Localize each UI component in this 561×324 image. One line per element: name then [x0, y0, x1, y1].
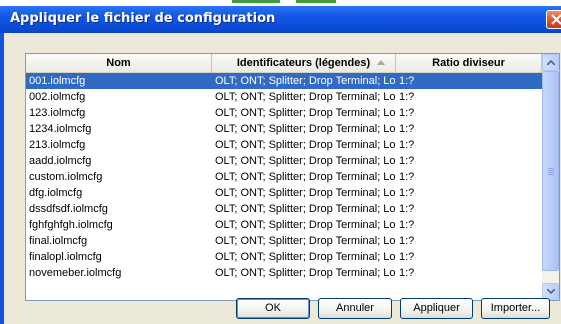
cell-identifiers: OLT; ONT; Splitter; Drop Terminal; Local	[215, 75, 396, 87]
dialog-title: Appliquer le fichier de configuration	[10, 11, 276, 26]
dialog-window: Appliquer le fichier de configuration No…	[0, 6, 561, 324]
scroll-up-button[interactable]	[542, 54, 559, 71]
table-row[interactable]: novemeber.iolmcfg OLT; ONT; Splitter; Dro…	[26, 265, 542, 281]
cell-identifiers: OLT; ONT; Splitter; Drop Terminal; Local	[215, 203, 396, 215]
cell-identifiers: OLT; ONT; Splitter; Drop Terminal; Local	[215, 91, 396, 103]
table-row[interactable]: finalopl.iolmcfg OLT; ONT; Splitter; Drop…	[26, 249, 542, 265]
cell-name: fghfghfgh.iolmcfg	[29, 219, 113, 231]
cell-identifiers: OLT; ONT; Splitter; Drop Terminal; Local	[215, 235, 396, 247]
cell-identifiers: OLT; ONT; Splitter; Drop Terminal; Local	[215, 155, 396, 167]
table-row[interactable]: aadd.iolmcfg OLT; ONT; Splitter; Drop Ter…	[26, 153, 542, 169]
table-row[interactable]: 123.iolmcfg OLT; ONT; Splitter; Drop Term…	[26, 105, 542, 121]
cell-name: 213.iolmcfg	[29, 139, 86, 151]
title-bar[interactable]: Appliquer le fichier de configuration	[0, 6, 561, 33]
cell-ratio: 1:?	[399, 235, 415, 247]
vertical-scrollbar[interactable]	[542, 54, 559, 300]
cell-name: 001.iolmcfg	[29, 75, 86, 87]
cell-identifiers: OLT; ONT; Splitter; Drop Terminal; Local	[215, 187, 396, 199]
cell-ratio: 1:?	[399, 203, 415, 215]
table-row[interactable]: 001.iolmcfg OLT; ONT; Splitter; Drop Term…	[26, 73, 542, 89]
cell-name: final.iolmcfg	[29, 235, 88, 247]
cell-name: dfg.iolmcfg	[29, 187, 83, 199]
column-header-identifiers-label: Identificateurs (légendes)	[236, 57, 371, 69]
scrollbar-thumb[interactable]	[542, 71, 559, 271]
cell-name: dssdfsdf.iolmcfg	[29, 203, 108, 215]
table-row[interactable]: custom.iolmcfg OLT; ONT; Splitter; Drop T…	[26, 169, 542, 185]
background-element	[232, 0, 280, 3]
config-files-table: Nom Identificateurs (légendes) Ratio div…	[25, 53, 560, 301]
table-row[interactable]: fghfghfgh.iolmcfg OLT; ONT; Splitter; Dro…	[26, 217, 542, 233]
cell-ratio: 1:?	[399, 75, 415, 87]
cancel-button[interactable]: Annuler	[318, 298, 392, 319]
import-button[interactable]: Importer...	[481, 298, 550, 319]
table-body: 001.iolmcfg OLT; ONT; Splitter; Drop Term…	[26, 73, 542, 281]
cell-identifiers: OLT; ONT; Splitter; Drop Terminal; Local	[215, 267, 396, 279]
column-header-name[interactable]: Nom	[26, 54, 212, 72]
cell-ratio: 1:?	[399, 91, 415, 103]
cell-ratio: 1:?	[399, 187, 415, 199]
cell-name: finalopl.iolmcfg	[29, 251, 102, 263]
grip-line	[548, 168, 554, 169]
close-button[interactable]	[546, 10, 561, 29]
grip-line	[548, 174, 554, 175]
apply-button[interactable]: Appliquer	[400, 298, 473, 319]
cell-identifiers: OLT; ONT; Splitter; Drop Terminal; Local	[215, 123, 396, 135]
cell-ratio: 1:?	[399, 155, 415, 167]
ok-button[interactable]: OK	[236, 298, 310, 319]
column-header-ratio[interactable]: Ratio diviseur	[396, 54, 542, 72]
cell-ratio: 1:?	[399, 251, 415, 263]
cell-ratio: 1:?	[399, 219, 415, 231]
table-row[interactable]: dssdfsdf.iolmcfg OLT; ONT; Splitter; Drop…	[26, 201, 542, 217]
table-row[interactable]: 1234.iolmcfg OLT; ONT; Splitter; Drop Ter…	[26, 121, 542, 137]
grip-line	[548, 172, 554, 173]
cell-identifiers: OLT; ONT; Splitter; Drop Terminal; Local	[215, 139, 396, 151]
close-icon	[551, 14, 561, 25]
background-element	[296, 0, 336, 3]
cell-ratio: 1:?	[399, 139, 415, 151]
cell-identifiers: OLT; ONT; Splitter; Drop Terminal; Local	[215, 251, 396, 263]
cell-identifiers: OLT; ONT; Splitter; Drop Terminal; Local	[215, 219, 396, 231]
table-header: Nom Identificateurs (légendes) Ratio div…	[26, 54, 542, 73]
cell-name: 123.iolmcfg	[29, 107, 86, 119]
chevron-down-icon	[547, 289, 555, 294]
cell-identifiers: OLT; ONT; Splitter; Drop Terminal; Local	[215, 107, 396, 119]
sort-ascending-icon	[377, 60, 385, 65]
table-row[interactable]: 213.iolmcfg OLT; ONT; Splitter; Drop Term…	[26, 137, 542, 153]
cell-ratio: 1:?	[399, 107, 415, 119]
table-row[interactable]: dfg.iolmcfg OLT; ONT; Splitter; Drop Term…	[26, 185, 542, 201]
cell-ratio: 1:?	[399, 123, 415, 135]
chevron-up-icon	[547, 60, 555, 65]
grip-line	[548, 170, 554, 171]
cell-ratio: 1:?	[399, 171, 415, 183]
cell-name: 002.iolmcfg	[29, 91, 86, 103]
dialog-client-area: Nom Identificateurs (légendes) Ratio div…	[4, 33, 561, 324]
cell-ratio: 1:?	[399, 267, 415, 279]
cell-name: aadd.iolmcfg	[29, 155, 92, 167]
table-row[interactable]: 002.iolmcfg OLT; ONT; Splitter; Drop Term…	[26, 89, 542, 105]
cell-name: 1234.iolmcfg	[29, 123, 92, 135]
cell-name: novemeber.iolmcfg	[29, 267, 122, 279]
cell-identifiers: OLT; ONT; Splitter; Drop Terminal; Local	[215, 171, 396, 183]
cell-name: custom.iolmcfg	[29, 171, 103, 183]
table-row[interactable]: final.iolmcfg OLT; ONT; Splitter; Drop Te…	[26, 233, 542, 249]
column-header-identifiers[interactable]: Identificateurs (légendes)	[212, 54, 396, 72]
